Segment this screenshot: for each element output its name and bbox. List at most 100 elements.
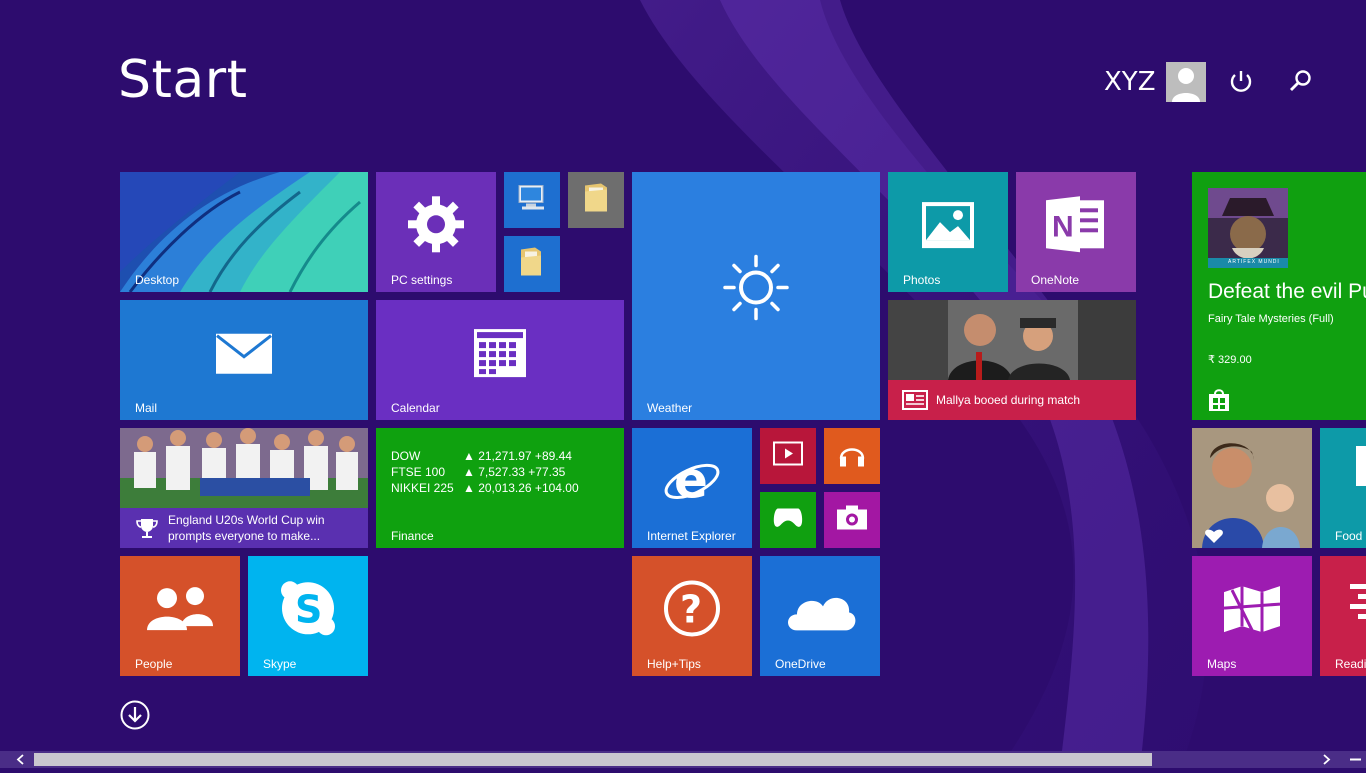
tile-onenote[interactable]: N OneNote	[1016, 172, 1136, 292]
tile-food[interactable]: Food	[1320, 428, 1366, 548]
search-icon[interactable]	[1286, 66, 1316, 96]
horizontal-scrollbar[interactable]	[0, 751, 1366, 768]
sport-headline-line1: England U20s World Cup win	[168, 513, 325, 527]
internet-explorer-icon: e	[662, 451, 722, 514]
tile-label: Readi	[1335, 657, 1366, 671]
reading-list-icon	[1350, 584, 1366, 629]
tile-label: Food	[1335, 529, 1363, 543]
envelope-icon	[215, 333, 273, 380]
tile-label: Maps	[1207, 657, 1237, 671]
tile-sport[interactable]: England U20s World Cup win prompts every…	[120, 428, 368, 548]
store-app-name: Fairy Tale Mysteries (Full)	[1208, 313, 1334, 325]
finance-row: DOW ▲ 21,271.97 +89.44	[391, 449, 572, 463]
tile-finance[interactable]: DOW ▲ 21,271.97 +89.44 FTSE 100 ▲ 7,527.…	[376, 428, 624, 548]
question-icon: ?	[663, 579, 721, 642]
tile-label: Finance	[391, 529, 434, 543]
tile-pc-settings[interactable]: PC settings	[376, 172, 496, 292]
svg-text:S: S	[295, 587, 322, 631]
tile-label: People	[135, 657, 173, 671]
video-icon	[773, 441, 803, 471]
tile-onedrive[interactable]: OneDrive	[760, 556, 880, 676]
food-icon	[1356, 446, 1366, 486]
tile-mail[interactable]: Mail	[120, 300, 368, 420]
onenote-icon: N	[1044, 194, 1108, 259]
all-apps-button[interactable]	[120, 700, 150, 730]
store-headline: Defeat the evil Pu	[1208, 280, 1366, 303]
tile-desktop[interactable]: Desktop	[120, 172, 368, 292]
tile-label: OneNote	[1031, 273, 1080, 287]
tile-calendar[interactable]: Calendar	[376, 300, 624, 420]
tile-help-tips[interactable]: ? Help+Tips	[632, 556, 752, 676]
tile-people[interactable]: People	[120, 556, 240, 676]
sport-headline-line2: prompts everyone to make...	[168, 529, 321, 543]
store-bag-icon	[1208, 388, 1230, 417]
tile-label: Photos	[903, 273, 941, 287]
tile-store-game[interactable]: ARTIFEX MUNDI Defeat the evil Pu Fairy T…	[1192, 172, 1366, 420]
svg-text:N: N	[1052, 210, 1074, 243]
game-artwork	[1208, 188, 1288, 268]
svg-text:?: ?	[680, 587, 702, 631]
tile-internet-explorer[interactable]: e Internet Explorer	[632, 428, 752, 548]
folder-icon	[581, 182, 611, 219]
user-avatar-icon[interactable]	[1165, 62, 1206, 102]
tile-file-explorer[interactable]	[504, 236, 560, 292]
sport-photo	[120, 428, 368, 508]
tile-reading-list[interactable]: Readi	[1320, 556, 1366, 676]
tile-photos[interactable]: Photos	[888, 172, 1008, 292]
tile-maps[interactable]: Maps	[1192, 556, 1312, 676]
tile-label: Internet Explorer	[647, 529, 736, 543]
scrollbar-thumb[interactable]	[34, 753, 1152, 766]
store-brand-caption: ARTIFEX MUNDI	[1228, 259, 1280, 265]
skype-icon: S	[278, 578, 338, 643]
cloud-icon	[783, 586, 857, 637]
tile-health[interactable]	[1192, 428, 1312, 548]
scroll-right-arrow-icon[interactable]	[1318, 751, 1335, 768]
finance-table: DOW ▲ 21,271.97 +89.44 FTSE 100 ▲ 7,527.…	[391, 448, 579, 496]
heart-icon	[1204, 528, 1224, 548]
tile-label: Weather	[647, 401, 693, 415]
game-controller-icon	[772, 507, 804, 534]
tile-label: Mail	[135, 401, 158, 415]
down-arrow-circle-icon[interactable]	[120, 700, 150, 730]
tile-weather[interactable]: Weather	[632, 172, 880, 420]
gear-icon	[406, 194, 466, 259]
tile-label: PC settings	[391, 273, 453, 287]
trophy-icon	[136, 519, 158, 538]
tile-label: Help+Tips	[647, 657, 701, 671]
tile-documents[interactable]	[568, 172, 624, 228]
tile-label: OneDrive	[775, 657, 826, 671]
calendar-icon	[473, 328, 527, 383]
store-price: ₹ 329.00	[1208, 354, 1252, 366]
headphones-icon	[837, 439, 867, 474]
tile-this-pc[interactable]	[504, 172, 560, 228]
tile-label: Calendar	[391, 401, 440, 415]
finance-row: FTSE 100 ▲ 7,527.33 +77.35	[391, 465, 566, 479]
tile-music[interactable]	[824, 428, 880, 484]
tile-news[interactable]: Mallya booed during match	[888, 300, 1136, 420]
photo-icon	[920, 200, 976, 255]
tile-camera[interactable]	[824, 492, 880, 548]
finance-row: NIKKEI 225 ▲ 20,013.26 +104.00	[391, 481, 579, 495]
tile-label: Skype	[263, 657, 297, 671]
news-headline: Mallya booed during match	[936, 393, 1081, 407]
tile-video[interactable]	[760, 428, 816, 484]
map-icon	[1222, 584, 1282, 639]
tile-skype[interactable]: S Skype	[248, 556, 368, 676]
tile-games[interactable]	[760, 492, 816, 548]
user-name: XYZ	[1104, 67, 1156, 97]
power-icon[interactable]	[1226, 66, 1256, 96]
user-account[interactable]: XYZ	[1104, 62, 1206, 102]
zoom-out-icon[interactable]	[1347, 751, 1364, 768]
scroll-left-arrow-icon[interactable]	[12, 751, 29, 768]
news-photo	[888, 300, 1136, 380]
news-headline-bar: Mallya booed during match	[888, 380, 1136, 420]
svg-text:e: e	[674, 451, 708, 509]
newspaper-icon	[902, 390, 928, 410]
sport-headline-bar: England U20s World Cup win prompts every…	[120, 508, 368, 548]
tile-label: Desktop	[135, 273, 180, 287]
computer-icon	[516, 183, 548, 218]
start-title: Start	[118, 50, 248, 110]
sun-icon	[721, 253, 791, 328]
camera-icon	[836, 505, 868, 536]
folder-icon	[517, 246, 547, 283]
